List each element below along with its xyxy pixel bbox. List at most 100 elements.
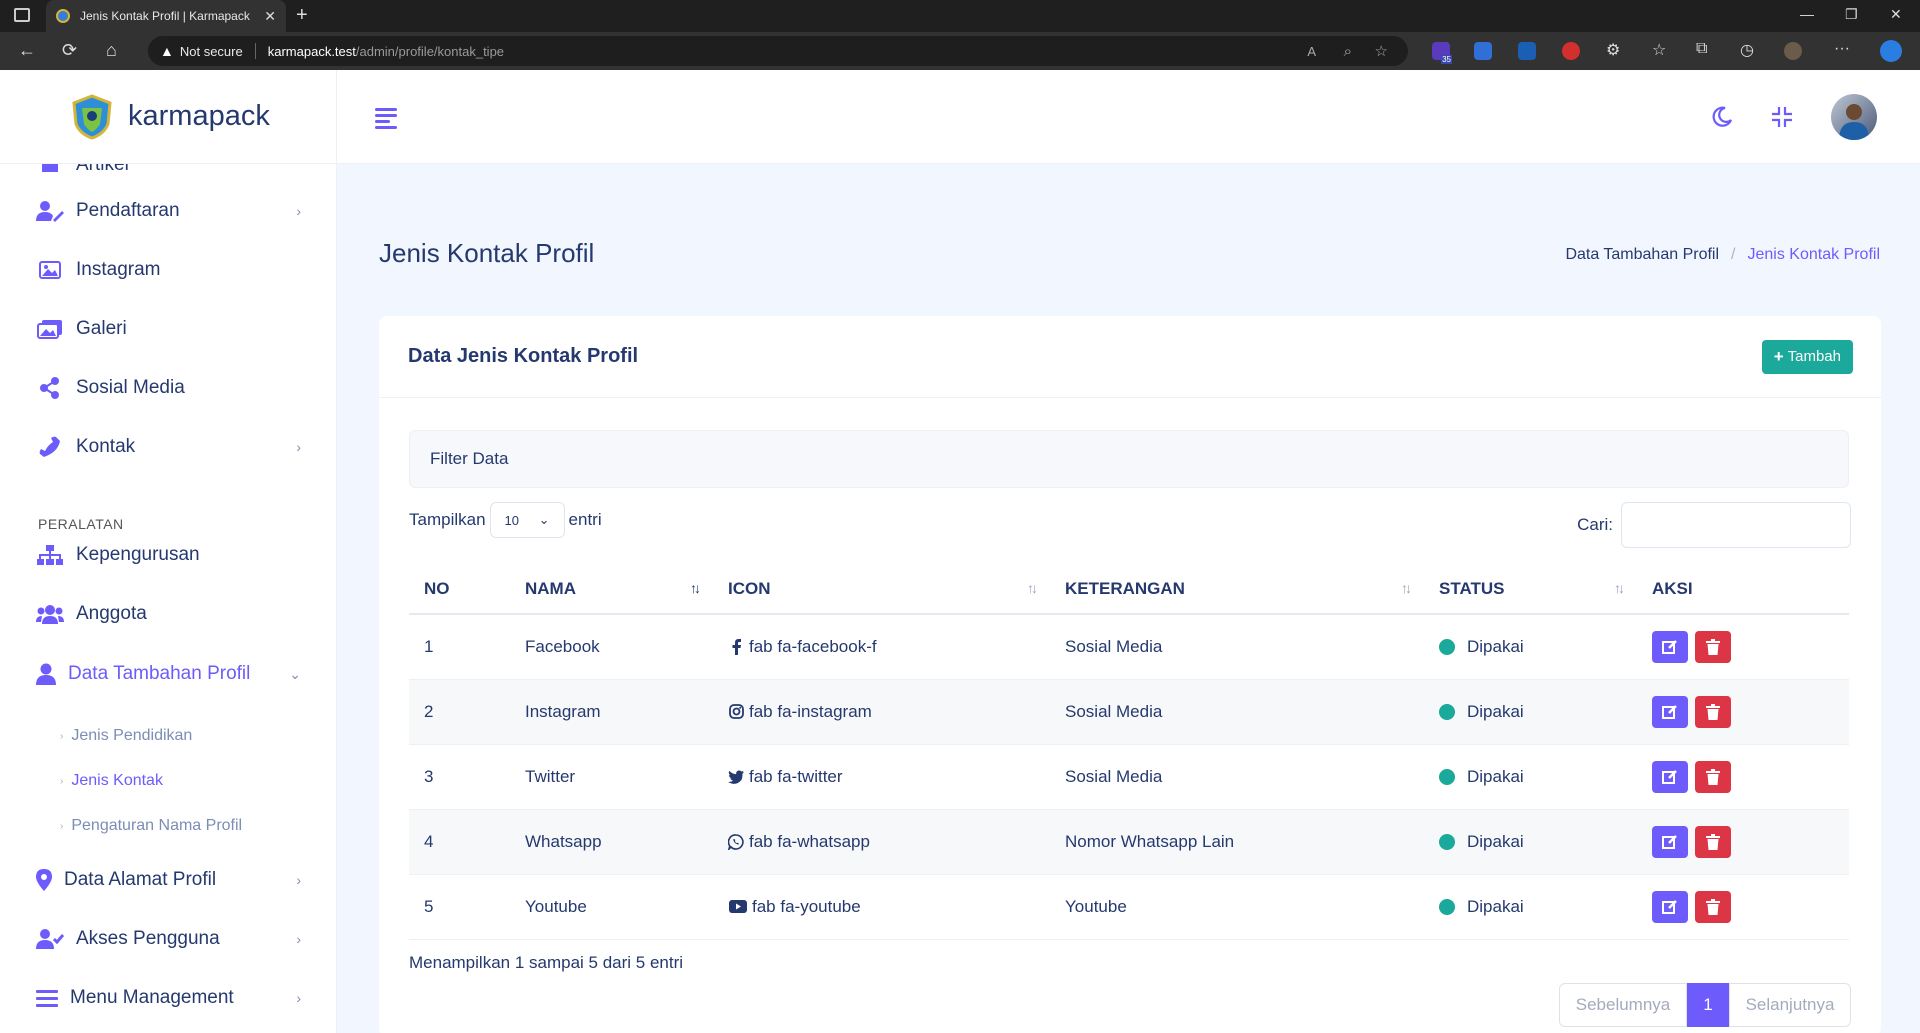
password-extension-icon[interactable] <box>1518 42 1536 60</box>
tab-favicon-icon <box>56 9 70 23</box>
column-header-status[interactable]: STATUS ↑↓ <box>1424 564 1637 615</box>
edit-icon <box>1662 834 1677 849</box>
cell-no: 4 <box>409 809 510 875</box>
profile-icon[interactable] <box>1784 42 1802 60</box>
table-header-row: NO NAMA ↑↓ ICON ↑↓ KETERANGAN ↑↓ STATUS ↑↓ A… <box>409 564 1849 615</box>
url-host: karmapack.test <box>267 43 356 59</box>
edit-button[interactable] <box>1652 760 1688 793</box>
add-button[interactable]: + Tambah <box>1761 339 1853 374</box>
edit-button[interactable] <box>1652 825 1688 858</box>
home-icon[interactable]: ⌂ <box>106 40 117 61</box>
table-row: 3 Twitter fab fa-twitter Sosial Media Di… <box>409 744 1849 810</box>
sidebar-item-label: Menu Management <box>70 987 234 1008</box>
favorites-icon[interactable]: ☆ <box>1652 40 1666 60</box>
window-close-icon[interactable]: ✕ <box>1890 6 1902 23</box>
column-header-icon[interactable]: ICON ↑↓ <box>713 564 1050 615</box>
warning-icon: ▲ <box>160 43 174 59</box>
cell-icon-class: fab fa-whatsapp <box>749 831 870 851</box>
sidebar-item-pendaftaran[interactable]: Pendaftaran › <box>36 200 301 222</box>
sidebar-subitem-jenis-pendidikan[interactable]: › Jenis Pendidikan <box>60 727 192 745</box>
tab-title: Jenis Kontak Profil | Karmapack <box>80 9 250 23</box>
extension-icon[interactable]: 35 <box>1432 42 1452 64</box>
trash-icon <box>1706 638 1720 655</box>
security-label[interactable]: Not secure <box>180 44 243 59</box>
breadcrumb-link[interactable]: Data Tambahan Profil <box>1565 246 1719 264</box>
column-header-nama[interactable]: NAMA ↑↓ <box>510 564 713 615</box>
column-header-no[interactable]: NO <box>409 564 510 615</box>
sidebar-subitem-label: Jenis Pendidikan <box>71 727 193 744</box>
sidebar-item-anggota[interactable]: Anggota <box>36 603 301 625</box>
fullscreen-exit-icon[interactable] <box>1771 106 1793 128</box>
sidebar-item-akses-pengguna[interactable]: Akses Pengguna › <box>36 928 301 950</box>
favorite-add-icon[interactable]: ☆ <box>1375 42 1388 60</box>
avatar[interactable] <box>1831 94 1877 140</box>
back-icon[interactable]: ← <box>18 40 36 61</box>
sidebar-item-sosial-media[interactable]: Sosial Media <box>36 377 301 399</box>
minimize-icon[interactable]: — <box>1800 6 1814 22</box>
delete-button[interactable] <box>1695 695 1731 728</box>
delete-button[interactable] <box>1695 630 1731 663</box>
extensions-icon[interactable]: ⚙ <box>1606 40 1620 60</box>
card-title: Data Jenis Kontak Profil <box>408 345 639 367</box>
edit-button[interactable] <box>1652 630 1688 663</box>
sidebar-subitem-label: Jenis Kontak <box>71 772 163 789</box>
column-header-keterangan[interactable]: KETERANGAN ↑↓ <box>1050 564 1424 615</box>
page-length-control: Tampilkan 10 ⌄ entri <box>409 502 602 538</box>
read-aloud-icon[interactable]: A <box>1307 44 1316 59</box>
history-icon[interactable]: ◷ <box>1740 40 1754 60</box>
cell-no: 5 <box>409 874 510 940</box>
restore-icon[interactable]: ❐ <box>1845 6 1858 23</box>
sidebar-item-kepengurusan[interactable]: Kepengurusan <box>36 544 301 566</box>
edit-icon <box>1662 704 1677 719</box>
pagination-page-1[interactable]: 1 <box>1687 983 1729 1027</box>
plus-icon: + <box>1773 346 1784 366</box>
zoom-icon[interactable]: ⌕ <box>1344 43 1352 60</box>
collections-icon[interactable]: ⧉ <box>1696 40 1707 58</box>
sidebar-item-data-alamat-profil[interactable]: Data Alamat Profil › <box>36 869 301 891</box>
sidebar-item-label: Anggota <box>76 603 147 624</box>
sidebar-item-kontak[interactable]: Kontak › <box>36 436 301 458</box>
sort-icon: ↑↓ <box>1401 580 1412 596</box>
search-input[interactable] <box>1621 502 1851 548</box>
sidebar-item-data-tambahan-profil[interactable]: Data Tambahan Profil ⌄ <box>36 663 301 685</box>
edit-button[interactable] <box>1652 695 1688 728</box>
adblock-extension-icon[interactable] <box>1562 42 1580 60</box>
cell-nama: Whatsapp <box>510 809 713 875</box>
new-tab-icon[interactable]: + <box>296 4 308 27</box>
translate-extension-icon[interactable] <box>1474 42 1492 60</box>
sidebar-subitem-pengaturan-nama-profil[interactable]: › Pengaturan Nama Profil <box>60 817 242 835</box>
sidebar-item-menu-management[interactable]: Menu Management › <box>36 987 301 1009</box>
data-card: Data Jenis Kontak Profil + Tambah Filter… <box>379 316 1881 1033</box>
pagination-next-button[interactable]: Selanjutnya <box>1729 983 1851 1027</box>
cell-icon-class: fab fa-youtube <box>752 896 861 916</box>
delete-button[interactable] <box>1695 760 1731 793</box>
url-field[interactable]: ▲ Not secure karmapack.test /admin/profi… <box>148 36 1408 66</box>
page-size-select[interactable]: 10 ⌄ <box>489 502 565 538</box>
sitemap-icon <box>36 544 64 566</box>
filter-toggle[interactable]: Filter Data <box>409 430 1849 488</box>
sidebar-item-galeri[interactable]: Galeri <box>36 318 301 340</box>
sidebar-subitem-jenis-kontak[interactable]: › Jenis Kontak <box>60 772 163 790</box>
dark-mode-toggle-icon[interactable] <box>1711 106 1733 128</box>
sidebar-item-label: Kontak <box>76 436 136 457</box>
window-menu-icon[interactable] <box>14 8 30 22</box>
sidebar-item-instagram[interactable]: Instagram <box>36 259 301 281</box>
edit-button[interactable] <box>1652 890 1688 923</box>
card-header: Data Jenis Kontak Profil + Tambah <box>379 316 1881 398</box>
pagination-prev-button[interactable]: Sebelumnya <box>1559 983 1687 1027</box>
more-icon[interactable]: ··· <box>1834 40 1850 58</box>
entries-label: entri <box>568 510 602 529</box>
cell-nama: Youtube <box>510 874 713 940</box>
brand[interactable]: karmapack <box>0 70 336 164</box>
delete-button[interactable] <box>1695 825 1731 858</box>
delete-button[interactable] <box>1695 890 1731 923</box>
copilot-icon[interactable] <box>1880 40 1902 62</box>
reload-icon[interactable]: ⟳ <box>62 40 77 61</box>
facebook-icon <box>728 638 744 655</box>
tab-close-icon[interactable]: ✕ <box>264 8 276 25</box>
hamburger-menu-icon[interactable] <box>375 108 397 132</box>
browser-tab[interactable]: Jenis Kontak Profil | Karmapack ✕ <box>46 0 286 32</box>
cell-keterangan: Sosial Media <box>1050 679 1424 745</box>
sidebar-item-label: Pendaftaran <box>76 200 180 221</box>
sidebar: karmapack Artikel Pendaftaran › Instagra… <box>0 70 337 1033</box>
